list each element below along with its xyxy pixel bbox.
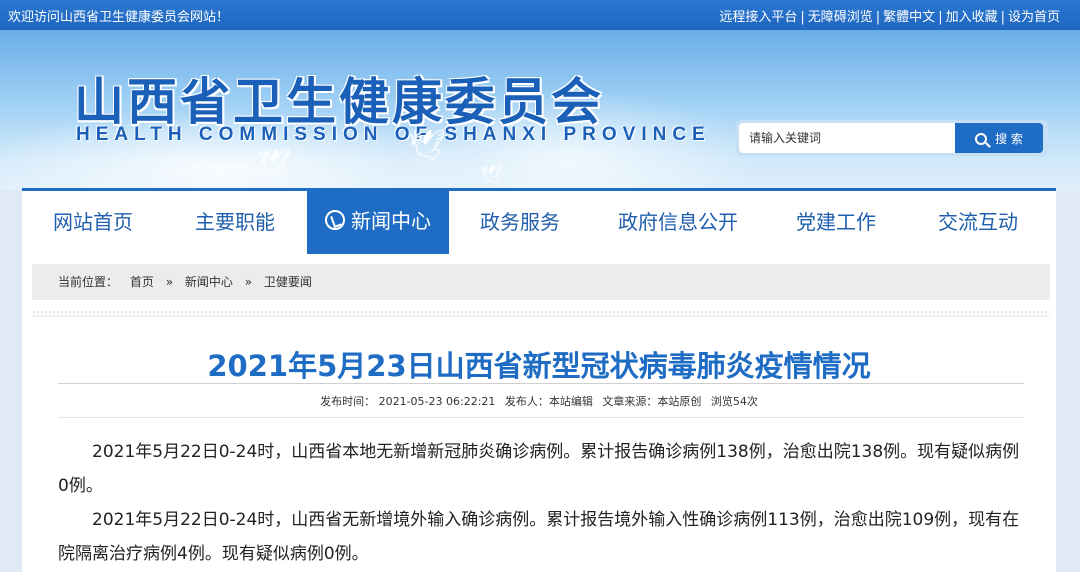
search-box: 搜 索 — [736, 120, 1048, 156]
welcome-text: 欢迎访问山西省卫生健康委员会网站！ — [8, 10, 230, 25]
breadcrumb-home[interactable]: 首页 — [130, 275, 154, 289]
breadcrumb: 当前位置： 首页 » 新闻中心 » 卫健要闻 — [32, 264, 1050, 300]
add-favorite-link[interactable]: 加入收藏 — [946, 10, 998, 25]
source: 文章来源：本站原创 — [602, 395, 702, 408]
breadcrumb-prefix: 当前位置： — [58, 275, 119, 289]
nav-tab-services[interactable]: 政务服务 — [449, 191, 591, 254]
breadcrumb-news[interactable]: 新闻中心 — [185, 275, 233, 289]
article-meta: 发布时间： 2021-05-23 06:22:21 发布人：本站编辑 文章来源：… — [22, 393, 1056, 409]
nav-tab-interaction[interactable]: 交流互动 — [907, 191, 1049, 254]
publish-time: 发布时间： 2021-05-23 06:22:21 — [320, 395, 496, 408]
dove-icon: 🕊 — [408, 128, 447, 163]
article-paragraph: 2021年5月22日0-24时，山西省本地无新增新冠肺炎确诊病例。累计报告确诊病… — [58, 442, 1020, 496]
traditional-chinese-link[interactable]: 繁體中文 — [883, 10, 935, 25]
nav-tab-functions[interactable]: 主要职能 — [164, 191, 306, 254]
search-icon — [975, 132, 988, 145]
globe-icon — [325, 210, 345, 230]
nav-tab-home[interactable]: 网站首页 — [22, 191, 164, 254]
search-button[interactable]: 搜 索 — [955, 123, 1043, 153]
dove-icon: 🕊 — [258, 148, 292, 178]
nav-tab-news[interactable]: 新闻中心 — [307, 188, 449, 254]
top-bar: 欢迎访问山西省卫生健康委员会网站！ 远程接入平台 | 无障碍浏览 | 繁體中文 | 加入收藏… — [0, 0, 1080, 30]
dove-icon: 🕊 — [480, 164, 503, 185]
top-links: 远程接入平台 | 无障碍浏览 | 繁體中文 | 加入收藏 | 设为首页 — [719, 10, 1060, 25]
divider — [32, 310, 1050, 318]
main-nav: 网站首页 主要职能 新闻中心 政务服务 政府信息公开 党建工作 交流互动 — [22, 188, 1056, 254]
set-homepage-link[interactable]: 设为首页 — [1008, 10, 1060, 25]
accessibility-link[interactable]: 无障碍浏览 — [808, 10, 873, 25]
nav-tab-gov-info[interactable]: 政府信息公开 — [591, 191, 765, 254]
site-subtitle: HEALTH COMMISSION OF SHANXI PROVINCE — [76, 124, 711, 145]
breadcrumb-health-news[interactable]: 卫健要闻 — [264, 275, 312, 289]
article-paragraph: 2021年5月22日0-24时，山西省无新增境外输入确诊病例。累计报告境外输入性… — [58, 510, 1020, 564]
nav-tab-party[interactable]: 党建工作 — [765, 191, 907, 254]
main-content: 当前位置： 首页 » 新闻中心 » 卫健要闻 2021年5月23日山西省新型冠状… — [22, 254, 1056, 572]
remote-access-link[interactable]: 远程接入平台 — [719, 10, 797, 25]
article-title: 2021年5月23日山西省新型冠状病毒肺炎疫情情况 — [207, 349, 871, 383]
search-input[interactable] — [739, 123, 957, 153]
divider — [58, 417, 1024, 418]
header-banner: 山西省卫生健康委员会 HEALTH COMMISSION OF SHANXI P… — [0, 30, 1080, 190]
publisher: 发布人：本站编辑 — [504, 395, 593, 408]
view-count: 浏览54次 — [710, 395, 758, 408]
divider — [58, 383, 1024, 384]
